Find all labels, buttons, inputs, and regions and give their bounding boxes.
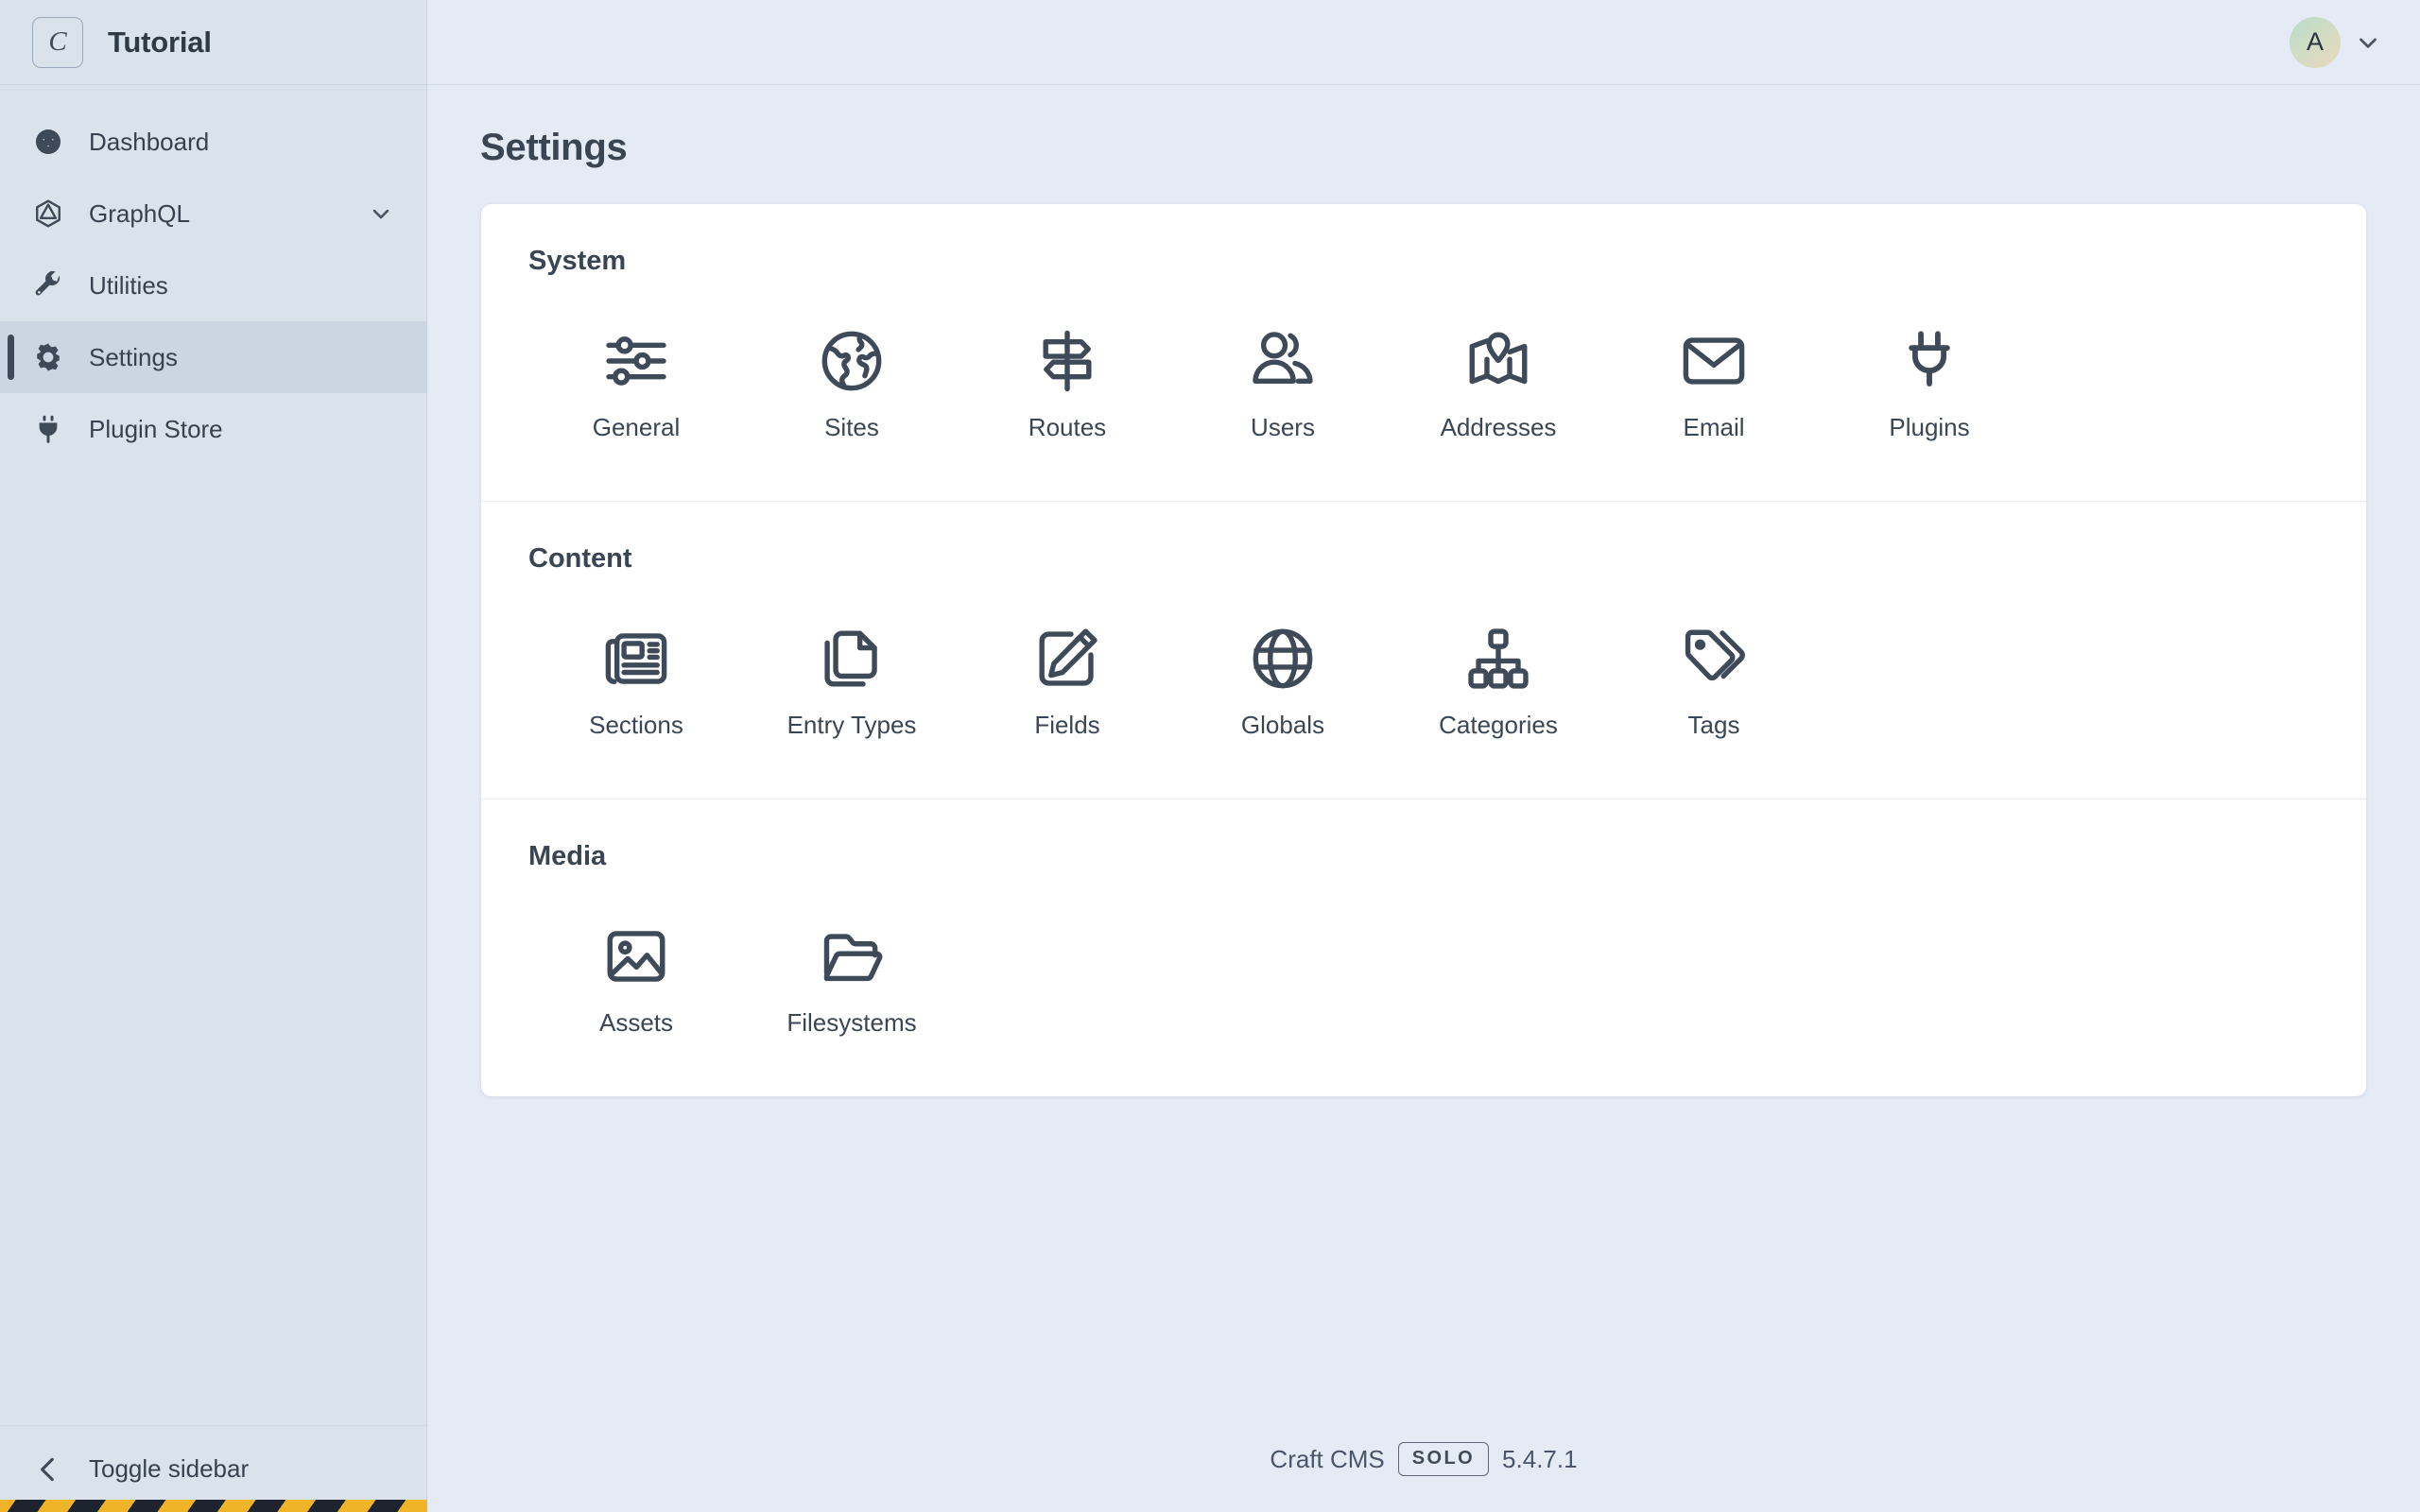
sidebar-header[interactable]: C Tutorial: [0, 0, 426, 85]
tile-fields[interactable]: Fields: [959, 599, 1175, 753]
avatar: A: [2290, 17, 2341, 68]
settings-group-system: System General: [481, 204, 2366, 501]
tile-label: Users: [1251, 413, 1315, 442]
page-footer: Craft CMS SOLO 5.4.7.1: [427, 1406, 2420, 1512]
map-pin-icon: [1463, 322, 1533, 400]
tile-label: Plugins: [1889, 413, 1969, 442]
tile-label: Tags: [1688, 711, 1740, 740]
sliders-icon: [601, 322, 671, 400]
topbar: A: [427, 0, 2420, 85]
tile-tags[interactable]: Tags: [1606, 599, 1822, 753]
tile-categories[interactable]: Categories: [1391, 599, 1606, 753]
product-name: Craft CMS: [1270, 1445, 1384, 1474]
sidebar-item-label: Plugin Store: [89, 415, 223, 444]
tile-email[interactable]: Email: [1606, 301, 1822, 455]
sidebar-nav: Dashboard GraphQL: [0, 85, 426, 1425]
tile-grid: Assets Filesystems: [528, 897, 2319, 1051]
tile-label: Sections: [589, 711, 683, 740]
tile-addresses[interactable]: Addresses: [1391, 301, 1606, 455]
tile-assets[interactable]: Assets: [528, 897, 744, 1051]
settings-card: System General: [480, 203, 2367, 1097]
tile-globals[interactable]: Globals: [1175, 599, 1391, 753]
app-root: C Tutorial Dashboard: [0, 0, 2420, 1512]
folder-open-icon: [817, 918, 887, 995]
sidebar-item-label: Settings: [89, 343, 178, 372]
sidebar-item-utilities[interactable]: Utilities: [0, 249, 426, 321]
tile-entry-types[interactable]: Entry Types: [744, 599, 959, 753]
tile-label: Routes: [1028, 413, 1106, 442]
sidebar-item-plugin-store[interactable]: Plugin Store: [0, 393, 426, 465]
signpost-icon: [1032, 322, 1102, 400]
page-title: Settings: [480, 127, 2367, 169]
tile-general[interactable]: General: [528, 301, 744, 455]
settings-group-content: Content: [481, 501, 2366, 799]
dashboard-icon: [32, 126, 64, 158]
tile-label: Assets: [599, 1008, 673, 1038]
sidebar-item-label: Utilities: [89, 271, 168, 301]
tile-sites[interactable]: Sites: [744, 301, 959, 455]
tile-label: Sites: [824, 413, 879, 442]
sidebar-item-settings[interactable]: Settings: [0, 321, 426, 393]
chevron-down-icon: [2354, 28, 2382, 57]
tile-users[interactable]: Users: [1175, 301, 1391, 455]
documents-copy-icon: [817, 620, 887, 697]
sidebar-item-dashboard[interactable]: Dashboard: [0, 106, 426, 178]
sidebar-item-label: Dashboard: [89, 128, 209, 157]
tile-label: Globals: [1241, 711, 1324, 740]
gear-icon: [32, 341, 64, 373]
plug-icon: [1894, 322, 1964, 400]
tile-sections[interactable]: Sections: [528, 599, 744, 753]
content-area: Settings System: [427, 85, 2420, 1406]
earth-globe-icon: [817, 322, 887, 400]
envelope-icon: [1679, 322, 1749, 400]
users-icon: [1248, 322, 1318, 400]
chevron-down-icon[interactable]: [368, 200, 394, 227]
settings-group-media: Media Assets: [481, 799, 2366, 1096]
tile-label: Addresses: [1441, 413, 1557, 442]
tile-label: General: [593, 413, 681, 442]
tile-filesystems[interactable]: Filesystems: [744, 897, 959, 1051]
tags-icon: [1679, 620, 1749, 697]
wrench-icon: [32, 269, 64, 301]
edition-badge[interactable]: SOLO: [1398, 1442, 1489, 1476]
version-number: 5.4.7.1: [1502, 1445, 1578, 1474]
image-icon: [601, 918, 671, 995]
plug-icon: [32, 413, 64, 445]
tile-routes[interactable]: Routes: [959, 301, 1175, 455]
hierarchy-icon: [1463, 620, 1533, 697]
tile-grid: Sections Entry Types: [528, 599, 2319, 753]
tile-label: Fields: [1034, 711, 1099, 740]
toggle-sidebar-label: Toggle sidebar: [89, 1454, 249, 1484]
globe-grid-icon: [1248, 620, 1318, 697]
dev-mode-stripe: [0, 1500, 427, 1512]
account-menu-button[interactable]: A: [2290, 17, 2382, 68]
sidebar-item-graphql[interactable]: GraphQL: [0, 178, 426, 249]
tile-label: Email: [1683, 413, 1744, 442]
tile-label: Categories: [1439, 711, 1558, 740]
site-badge: C: [32, 17, 83, 68]
chevron-left-icon: [32, 1453, 64, 1486]
tile-label: Filesystems: [786, 1008, 916, 1038]
group-title: System: [528, 246, 2319, 277]
newspaper-icon: [601, 620, 671, 697]
group-title: Media: [528, 841, 2319, 872]
group-title: Content: [528, 543, 2319, 575]
pencil-square-icon: [1032, 620, 1102, 697]
tile-label: Entry Types: [787, 711, 917, 740]
site-title: Tutorial: [108, 26, 212, 60]
sidebar-item-label: GraphQL: [89, 199, 190, 229]
graphql-icon: [32, 198, 64, 230]
tile-grid: General Sites: [528, 301, 2319, 455]
sidebar: C Tutorial Dashboard: [0, 0, 427, 1512]
main-region: A Settings System: [427, 0, 2420, 1512]
tile-plugins[interactable]: Plugins: [1822, 301, 2037, 455]
